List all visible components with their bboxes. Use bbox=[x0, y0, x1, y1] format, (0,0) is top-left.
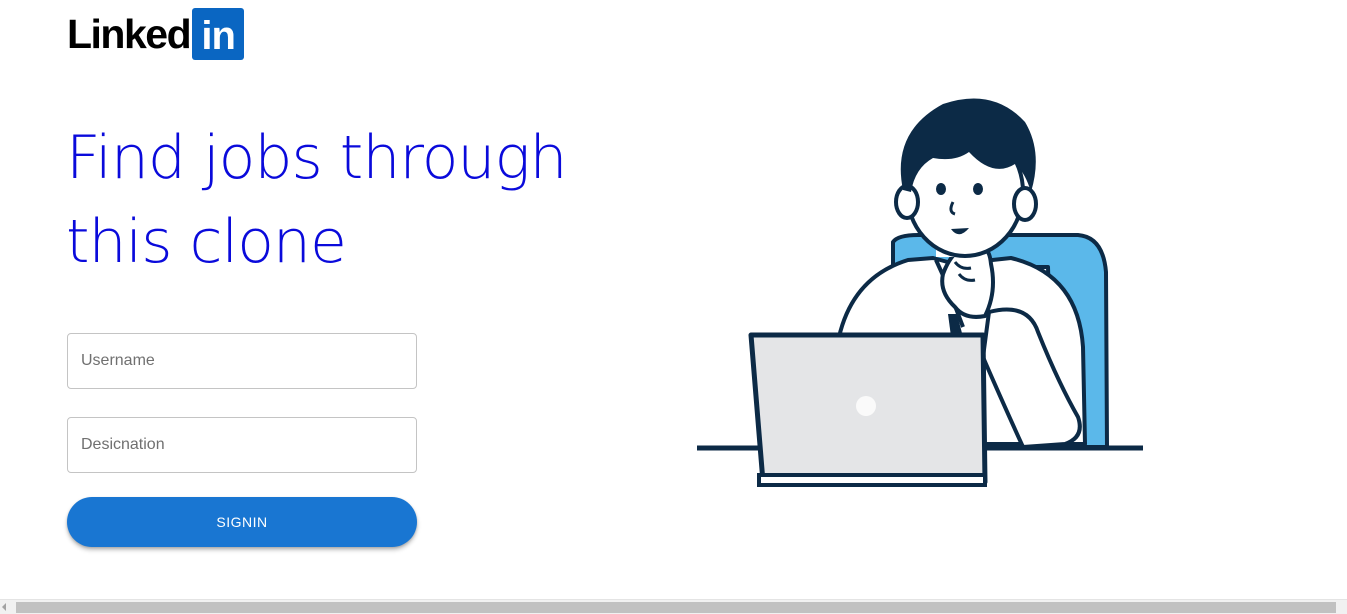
horizontal-scrollbar[interactable] bbox=[0, 599, 1347, 614]
scrollbar-thumb[interactable] bbox=[16, 602, 1336, 613]
linkedin-logo[interactable]: Linked in bbox=[67, 8, 245, 60]
hero-headline: Find jobs through this clone bbox=[66, 116, 626, 284]
logo-badge: in bbox=[192, 8, 245, 60]
signin-button[interactable]: SIGNIN bbox=[67, 497, 417, 547]
username-input[interactable] bbox=[67, 333, 417, 389]
headline-line-2: this clone bbox=[66, 207, 347, 277]
logo-wordmark: Linked bbox=[67, 11, 192, 57]
headline-line-1: Find jobs through bbox=[66, 123, 567, 193]
scroll-left-arrow-icon[interactable] bbox=[2, 603, 6, 611]
man-at-laptop-illustration bbox=[693, 92, 1148, 492]
designation-input[interactable] bbox=[67, 417, 417, 473]
login-page: Linked in Find jobs through this clone S… bbox=[0, 0, 1347, 614]
